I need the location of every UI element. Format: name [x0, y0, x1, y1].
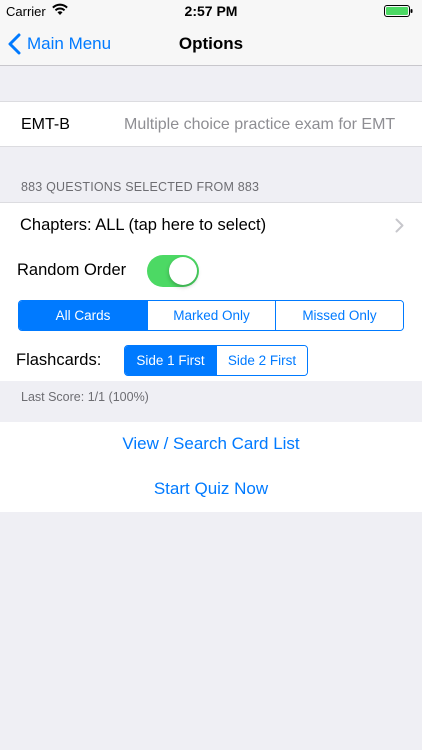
clock: 2:57 PM [184, 3, 238, 19]
marked-only-segment[interactable]: Marked Only [146, 301, 275, 330]
options-panel: Chapters: ALL (tap here to select) Rando… [0, 202, 422, 381]
missed-only-segment[interactable]: Missed Only [274, 301, 403, 330]
exam-name: EMT-B [21, 116, 70, 133]
toggle-knob [169, 257, 197, 285]
all-cards-segment[interactable]: All Cards [19, 301, 147, 330]
card-filter-segmented-control: All Cards Marked Only Missed Only [18, 300, 404, 331]
view-search-card-list-button[interactable]: View / Search Card List [0, 434, 422, 454]
battery-icon [384, 5, 414, 17]
navigation-bar: Main Menu Options [0, 22, 422, 66]
actions-panel: View / Search Card List Start Quiz Now [0, 422, 422, 512]
status-bar: Carrier 2:57 PM [0, 0, 422, 22]
side-1-first-segment[interactable]: Side 1 First [125, 346, 216, 375]
chapters-label: Chapters: ALL (tap here to select) [20, 216, 267, 234]
side-2-first-segment[interactable]: Side 2 First [216, 346, 307, 375]
random-order-toggle[interactable] [147, 255, 199, 287]
flashcards-segmented-control: Side 1 First Side 2 First [124, 345, 308, 376]
chapters-row[interactable]: Chapters: ALL (tap here to select) [0, 203, 422, 248]
chevron-right-icon [395, 218, 404, 233]
exam-description: Multiple choice practice exam for EMT [124, 116, 396, 133]
random-order-label: Random Order [17, 261, 127, 279]
page-title: Options [178, 34, 244, 53]
last-score: Last Score: 1/1 (100%) [21, 390, 149, 404]
flashcards-label: Flashcards: [16, 351, 102, 369]
exam-row[interactable]: EMT-B Multiple choice practice exam for … [0, 101, 422, 147]
start-quiz-button[interactable]: Start Quiz Now [0, 479, 422, 499]
questions-selected-header: 883 QUESTIONS SELECTED FROM 883 [21, 180, 260, 194]
